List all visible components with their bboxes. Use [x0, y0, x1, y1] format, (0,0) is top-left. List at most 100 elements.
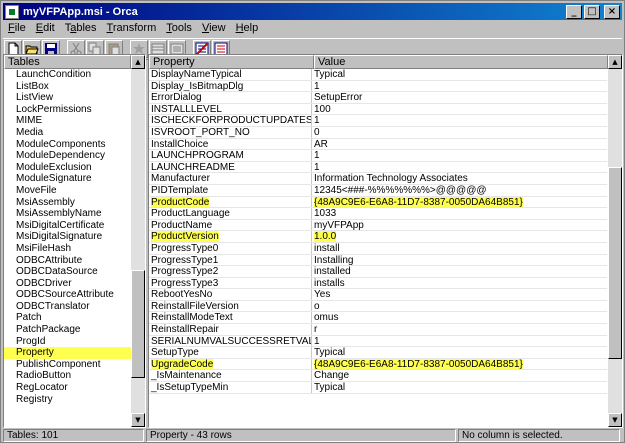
property-cell[interactable]: _IsSetupTypeMin: [149, 382, 312, 393]
value-cell[interactable]: 12345<###-%%%%%%%>@@@@@: [312, 185, 607, 196]
scroll-down-arrow-icon[interactable]: ▼: [608, 413, 622, 427]
value-cell[interactable]: 1: [312, 150, 607, 161]
property-cell[interactable]: ISCHECKFORPRODUCTUPDATES: [149, 115, 312, 126]
table-row[interactable]: SERIALNUMVALSUCCESSRETVAL 1: [149, 335, 607, 348]
table-list-item[interactable]: ProgId: [4, 336, 132, 348]
property-cell[interactable]: Manufacturer: [149, 173, 312, 184]
property-scrollbar[interactable]: ▲ ▼: [608, 55, 622, 427]
table-row[interactable]: PIDTemplate 12345<###-%%%%%%%>@@@@@: [149, 184, 607, 197]
property-cell[interactable]: ProductVersion: [149, 231, 312, 242]
value-cell[interactable]: installed: [312, 266, 607, 277]
table-row[interactable]: _IsMaintenance Change: [149, 370, 607, 383]
table-row[interactable]: ErrorDialog SetupError: [149, 92, 607, 104]
value-cell[interactable]: installs: [312, 278, 607, 289]
table-row[interactable]: ProductCode {48A9C9E6-E6A8-11D7-8387-0050…: [149, 196, 607, 209]
table-list-item[interactable]: LaunchCondition: [4, 69, 132, 81]
table-list-item[interactable]: PatchPackage: [4, 324, 132, 336]
property-cell[interactable]: ProgressType1: [149, 254, 312, 266]
property-cell[interactable]: RebootYesNo: [149, 289, 312, 300]
value-cell[interactable]: 1: [312, 81, 607, 92]
table-row[interactable]: ProgressType3 installs: [149, 277, 607, 290]
title-bar[interactable]: myVFPApp.msi - Orca _ □ ×: [3, 3, 622, 20]
value-cell[interactable]: SetupError: [312, 92, 607, 103]
table-row[interactable]: ProductVersion 1.0.0: [149, 231, 607, 243]
menu-item-view[interactable]: View: [197, 21, 231, 36]
table-list-item[interactable]: MoveFile: [4, 185, 132, 197]
table-list-item[interactable]: ODBCAttribute: [4, 255, 132, 267]
value-cell[interactable]: 100: [312, 104, 607, 115]
property-cell[interactable]: LAUNCHREADME: [149, 161, 312, 173]
property-cell[interactable]: UpgradeCode: [149, 358, 312, 370]
table-row[interactable]: ProgressType2 installed: [149, 266, 607, 278]
table-list-item[interactable]: ModuleDependency: [4, 150, 132, 162]
minimize-button[interactable]: _: [566, 4, 582, 19]
table-list-item[interactable]: Patch: [4, 312, 132, 324]
property-cell[interactable]: ProgressType3: [149, 277, 312, 289]
property-cell[interactable]: ProgressType0: [149, 242, 312, 254]
table-list-item[interactable]: ModuleSignature: [4, 173, 132, 185]
table-row[interactable]: LAUNCHPROGRAM 1: [149, 150, 607, 162]
table-row[interactable]: ISVROOT_PORT_NO 0: [149, 126, 607, 139]
table-list-item[interactable]: PublishComponent: [4, 359, 132, 371]
table-list-item[interactable]: ModuleComponents: [4, 139, 132, 151]
table-list-item[interactable]: MsiDigitalSignature: [4, 231, 132, 243]
orca-app-icon[interactable]: [5, 4, 19, 19]
table-list-item[interactable]: MsiDigitalCertificate: [4, 220, 132, 232]
table-list-item[interactable]: RegLocator: [4, 382, 132, 394]
scroll-up-arrow-icon[interactable]: ▲: [131, 55, 145, 69]
value-cell[interactable]: Installing: [312, 255, 607, 266]
table-list-item[interactable]: MIME: [4, 115, 132, 127]
table-list-item[interactable]: ListView: [4, 92, 132, 104]
value-cell[interactable]: 1033: [312, 208, 607, 219]
menu-item-edit[interactable]: Edit: [31, 21, 60, 36]
table-list-item[interactable]: MsiAssemblyName: [4, 208, 132, 220]
menu-item-transform[interactable]: Transform: [102, 21, 162, 36]
scroll-up-arrow-icon[interactable]: ▲: [608, 55, 622, 69]
property-cell[interactable]: SERIALNUMVALSUCCESSRETVAL: [149, 335, 312, 347]
table-list-item[interactable]: ModuleExclusion: [4, 162, 132, 174]
value-cell[interactable]: o: [312, 301, 607, 312]
table-list-item[interactable]: LockPermissions: [4, 104, 132, 116]
property-cell[interactable]: ISVROOT_PORT_NO: [149, 126, 312, 138]
value-cell[interactable]: AR: [312, 139, 607, 150]
menu-item-help[interactable]: Help: [231, 21, 264, 36]
value-cell[interactable]: Information Technology Associates: [312, 173, 607, 184]
value-cell[interactable]: myVFPApp: [312, 220, 607, 231]
property-column-header[interactable]: Property: [149, 55, 314, 69]
table-row[interactable]: UpgradeCode {48A9C9E6-E6A8-11D7-8387-0050…: [149, 358, 607, 371]
scroll-thumb[interactable]: [131, 270, 145, 378]
table-row[interactable]: ISCHECKFORPRODUCTUPDATES 1: [149, 115, 607, 127]
property-cell[interactable]: ErrorDialog: [149, 92, 312, 103]
value-cell[interactable]: 1.0.0: [312, 231, 607, 242]
value-cell[interactable]: 1: [312, 115, 607, 126]
property-cell[interactable]: ProductCode: [149, 196, 312, 208]
table-row[interactable]: DisplayNameTypical Typical: [149, 69, 607, 81]
maximize-button[interactable]: □: [584, 4, 600, 19]
value-cell[interactable]: r: [312, 324, 607, 335]
property-cell[interactable]: ProductLanguage: [149, 208, 312, 219]
table-row[interactable]: Display_IsBitmapDlg 1: [149, 80, 607, 93]
tables-header[interactable]: Tables: [4, 55, 131, 69]
table-row[interactable]: LAUNCHREADME 1: [149, 161, 607, 174]
value-column-header[interactable]: Value: [314, 55, 608, 69]
value-cell[interactable]: Typical: [312, 69, 607, 80]
property-cell[interactable]: LAUNCHPROGRAM: [149, 150, 312, 161]
table-row[interactable]: ProductName myVFPApp: [149, 219, 607, 232]
table-list-item[interactable]: MsiAssembly: [4, 197, 132, 209]
table-list-item[interactable]: ListBox: [4, 81, 132, 93]
value-cell[interactable]: Typical: [312, 347, 607, 358]
table-list-item[interactable]: ODBCSourceAttribute: [4, 289, 132, 301]
table-list-item[interactable]: Registry: [4, 394, 132, 406]
value-cell[interactable]: omus: [312, 312, 607, 323]
table-list-item[interactable]: Property: [4, 347, 132, 359]
table-list-item[interactable]: Media: [4, 127, 132, 139]
table-row[interactable]: ReinstallFileVersion o: [149, 300, 607, 313]
table-row[interactable]: SetupType Typical: [149, 347, 607, 359]
table-list-item[interactable]: MsiFileHash: [4, 243, 132, 255]
close-button[interactable]: ×: [604, 4, 620, 19]
tables-scrollbar[interactable]: ▲ ▼: [131, 55, 145, 427]
value-cell[interactable]: 1: [312, 336, 607, 347]
table-row[interactable]: Manufacturer Information Technology Assoc…: [149, 173, 607, 185]
table-row[interactable]: ProgressType0 install: [149, 242, 607, 255]
table-row[interactable]: RebootYesNo Yes: [149, 289, 607, 301]
